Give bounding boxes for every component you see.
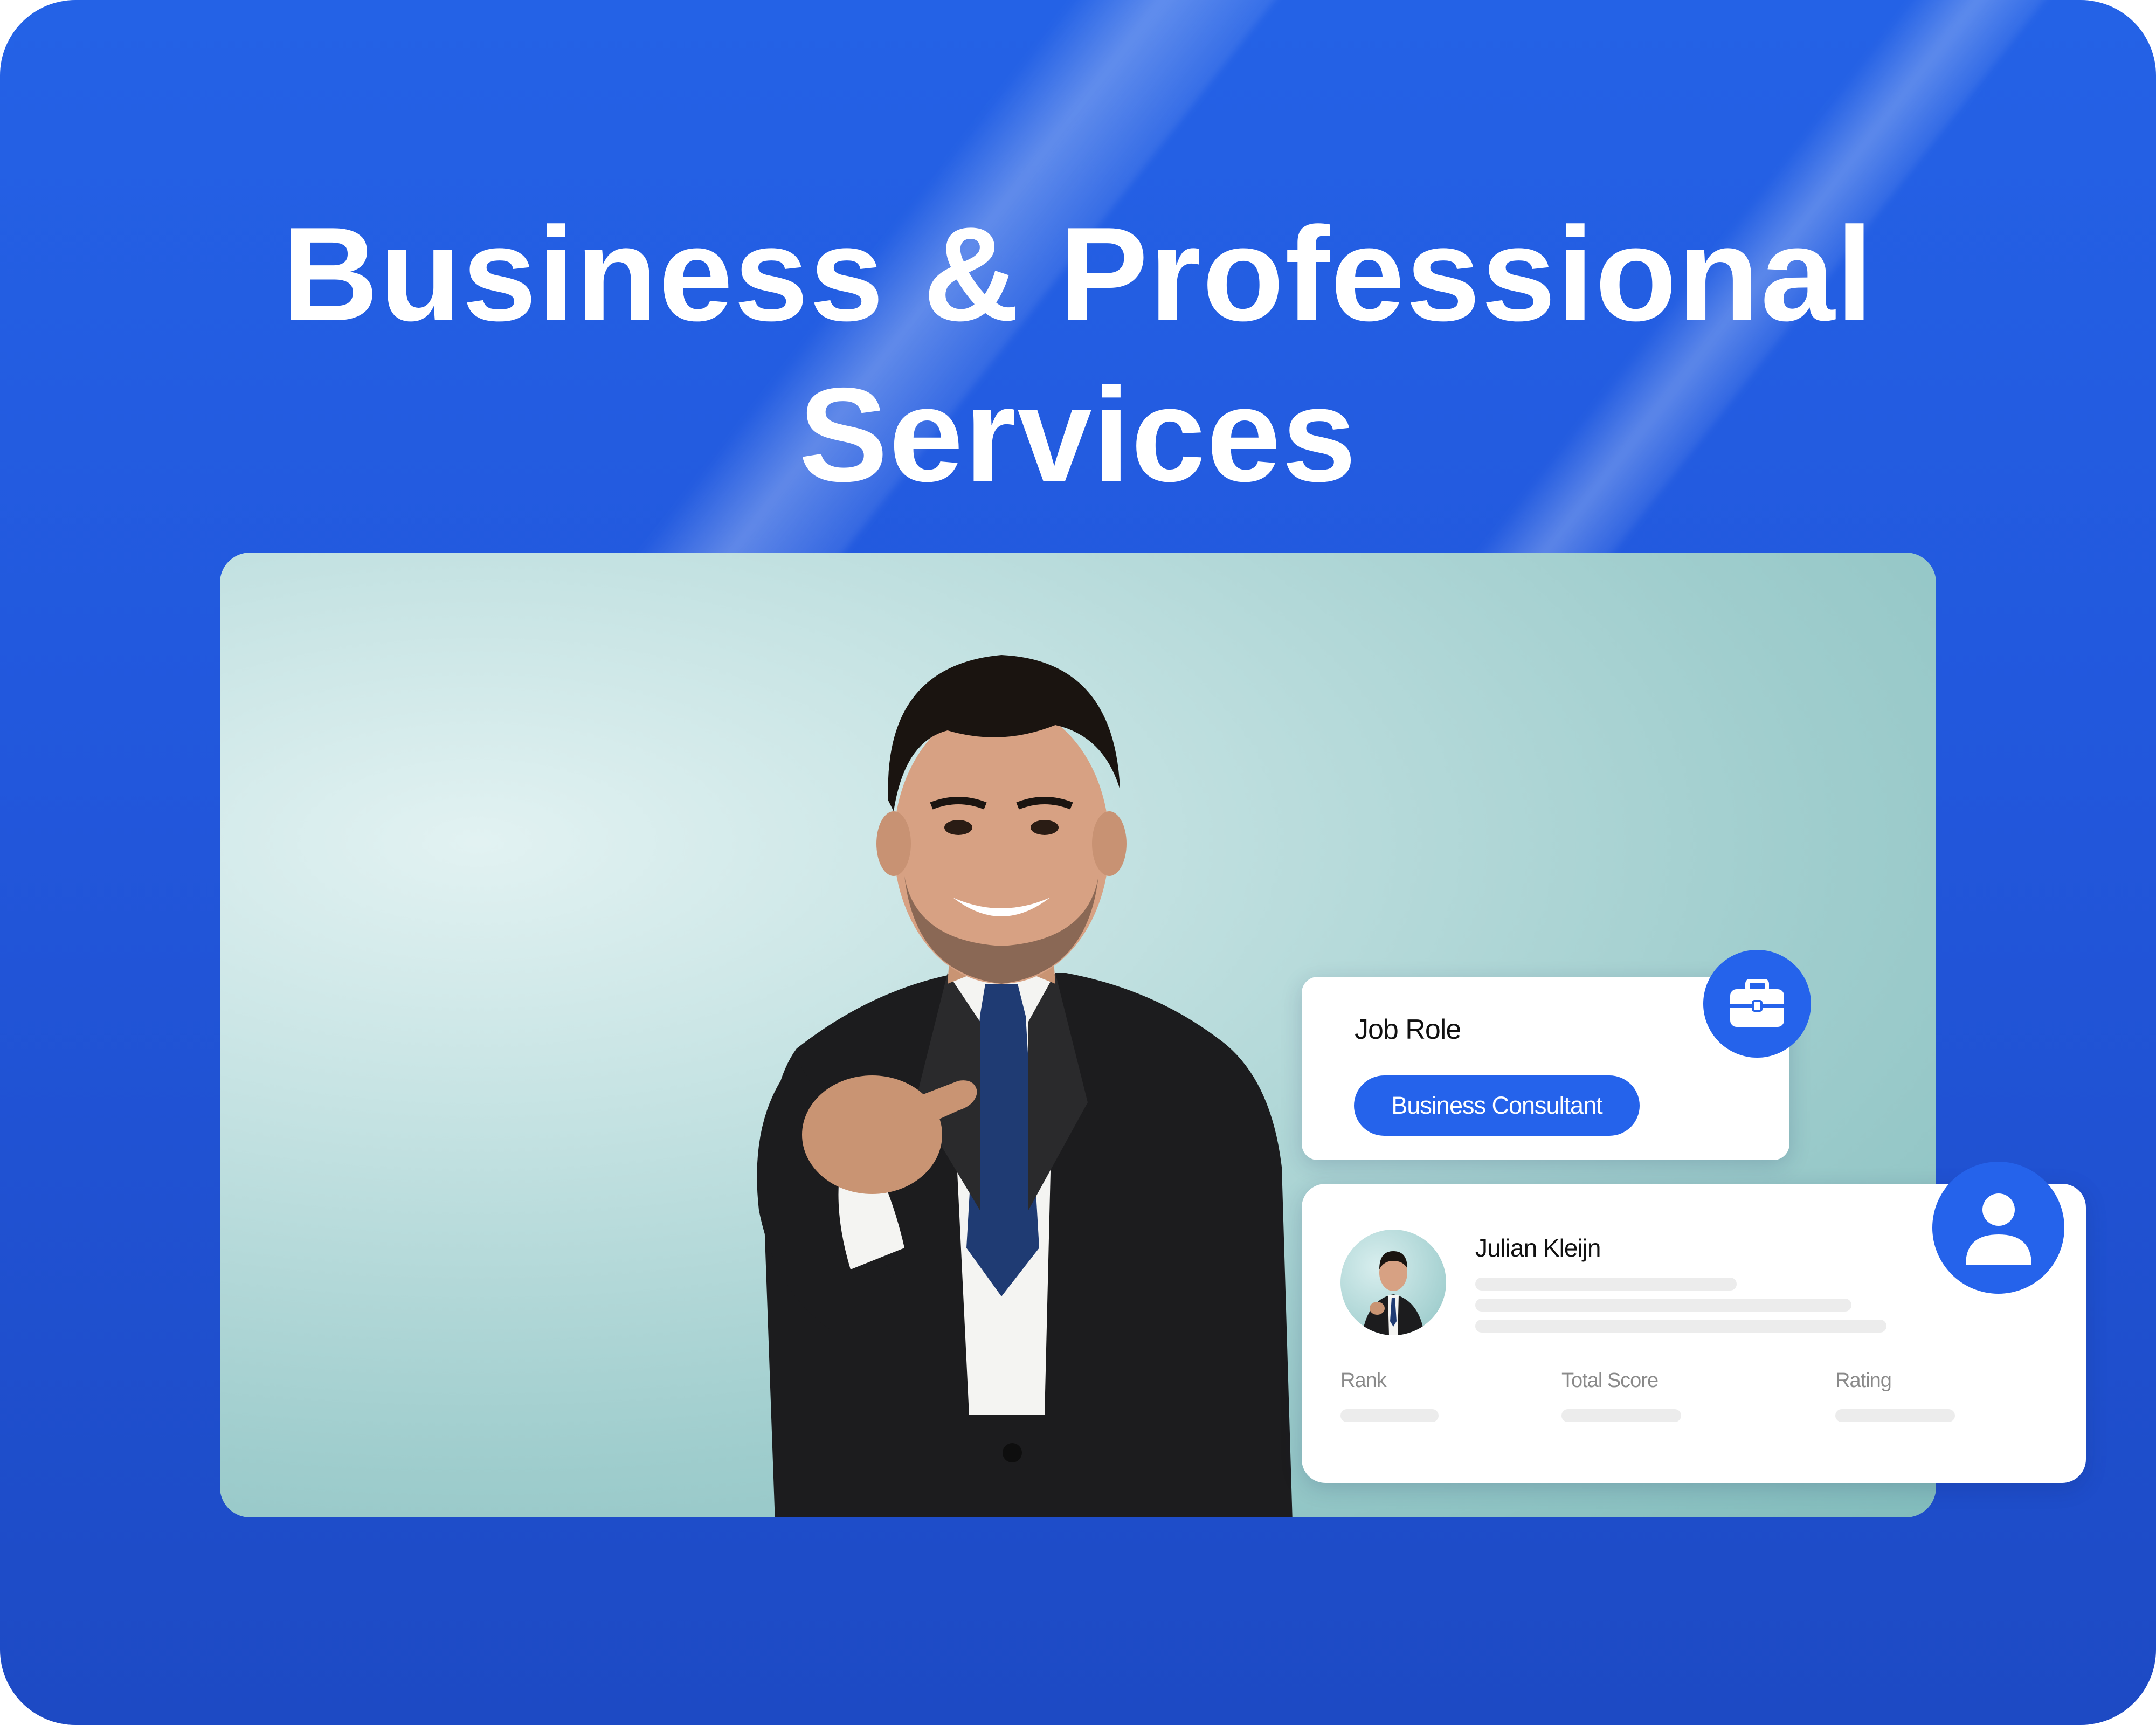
job-role-badge <box>1703 950 1811 1058</box>
skeleton-line <box>1475 1320 1887 1333</box>
banner-canvas: Business & Professional Services Job Rol… <box>0 0 2156 1725</box>
avatar-illustration <box>1362 1251 1425 1335</box>
briefcase-icon <box>1730 979 1784 1027</box>
stat-value-placeholder <box>1561 1409 1681 1422</box>
businessman-illustration <box>757 655 1293 1517</box>
skeleton-line <box>1475 1299 1851 1312</box>
profile-badge <box>1932 1162 2064 1294</box>
skeleton-line <box>1475 1278 1737 1291</box>
stat-value-placeholder <box>1835 1409 1955 1422</box>
page-title: Business & Professional Services <box>281 199 1875 509</box>
profile-name: Julian Kleijn <box>1475 1234 1601 1262</box>
job-role-label: Job Role <box>1355 1014 1461 1045</box>
stat-value-placeholder <box>1340 1409 1439 1422</box>
stat-label-total-score: Total Score <box>1561 1369 1659 1392</box>
user-icon <box>1965 1193 2031 1265</box>
stat-label-rank: Rank <box>1340 1369 1387 1392</box>
stat-label-rating: Rating <box>1835 1369 1892 1392</box>
avatar[interactable] <box>1340 1230 1446 1335</box>
job-role-pill[interactable]: Business Consultant <box>1354 1075 1640 1136</box>
